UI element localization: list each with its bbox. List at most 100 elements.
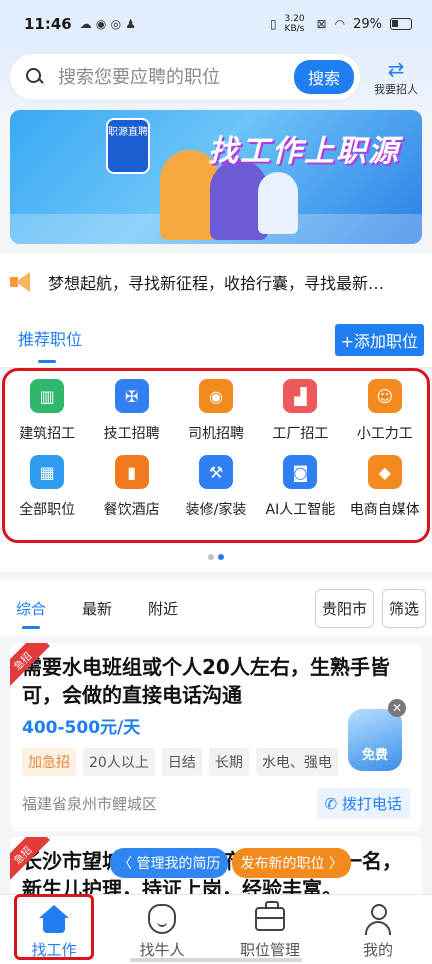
- job-tag: 20人以上: [83, 748, 155, 776]
- category-label: 小工力工: [356, 426, 413, 442]
- search-button[interactable]: 搜索: [293, 60, 354, 94]
- category-item[interactable]: ◙ AI人工智能: [258, 455, 342, 519]
- category-label: AI人工智能: [265, 502, 336, 518]
- filter-button[interactable]: 筛选: [381, 588, 426, 628]
- vibrate-icon: ▯: [269, 17, 277, 31]
- robot-icon: ◙: [283, 455, 318, 489]
- city-select[interactable]: 贵阳市: [314, 588, 374, 628]
- battery-percent: 29%: [353, 16, 382, 32]
- factory-icon: ▟: [283, 379, 318, 413]
- battery-icon: [390, 18, 412, 30]
- status-time: 11:46: [24, 15, 72, 33]
- bottom-tab-bar: 找工作 找牛人 职位管理 我的: [0, 894, 432, 964]
- category-item[interactable]: ▟ 工厂招工: [258, 379, 342, 443]
- tab-mine[interactable]: 我的: [324, 895, 432, 964]
- tab-job-management[interactable]: 职位管理: [216, 895, 324, 964]
- search-box[interactable]: 搜索: [10, 54, 360, 100]
- user-icon: [363, 904, 393, 935]
- category-item[interactable]: ✠ 技工招聘: [89, 379, 173, 443]
- category-item[interactable]: ◆ 电商自媒体: [343, 455, 427, 519]
- home-tab-highlight: [14, 894, 94, 960]
- sim-icon: ⊠: [316, 17, 327, 31]
- recruit-button[interactable]: ⇄ 我要招人: [370, 57, 422, 97]
- category-label: 餐饮酒店: [103, 502, 160, 518]
- category-label: 工厂招工: [272, 426, 329, 442]
- job-location-row: 福建省泉州市鲤城区 ✆ 拨打电话: [22, 788, 410, 819]
- category-label: 建筑招工: [19, 426, 76, 442]
- job-location: 福建省泉州市鲤城区: [22, 795, 158, 813]
- building-icon: ▥: [30, 379, 65, 413]
- job-tag: 长期: [208, 748, 249, 776]
- app-logo-badge: 职源直聘: [106, 118, 150, 174]
- tab-find-talent[interactable]: 找牛人: [108, 895, 216, 964]
- job-tag: 水电、强电: [255, 748, 338, 776]
- banner-figure-3: [258, 172, 298, 234]
- free-call-badge[interactable]: 免费: [348, 709, 402, 771]
- call-label: 拨打电话: [341, 795, 402, 813]
- pager-dot-active: [218, 554, 224, 560]
- banner-slogan: 找工作上职源: [208, 134, 400, 169]
- tab-label: 职位管理: [239, 941, 300, 959]
- tab-recommended-jobs[interactable]: 推荐职位: [18, 320, 82, 363]
- category-grid: ▥ 建筑招工 ✠ 技工招聘 ◉ 司机招聘 ▟ 工厂招工 ☺ 小工力工 ▦ 全部职位 ▮ 餐饮酒店 ⚒ 装修/家…: [5, 379, 427, 519]
- pager-dots: [0, 543, 432, 579]
- job-title: 需要水电班组或个人20人左右，生熟手皆可，会做的直接电话沟通: [22, 655, 390, 707]
- face-icon: [148, 904, 176, 934]
- wifi-icon: ◠: [334, 17, 346, 31]
- box-icon: ◆: [367, 455, 402, 489]
- category-label: 技工招聘: [103, 426, 160, 442]
- manage-resume-button[interactable]: 〈 管理我的简历: [110, 848, 229, 878]
- category-item[interactable]: ☺ 小工力工: [343, 379, 427, 443]
- tab-label: 我的: [362, 941, 393, 959]
- recommend-header: 推荐职位 +添加职位: [0, 310, 432, 368]
- status-bar: 11:46 ☁ ◉ ◎ ♟ ▯ 3.20 KB/s ⊠ ◠ 29%: [0, 0, 432, 48]
- category-label: 全部职位: [19, 502, 76, 518]
- status-right: ▯ 3.20 KB/s ⊠ ◠ 29%: [270, 14, 412, 34]
- notice-text: 梦想起航，寻找新征程，收拾行囊，寻找最新…: [48, 274, 385, 293]
- grid-icon: ▦: [30, 455, 65, 489]
- category-item[interactable]: ▦ 全部职位: [5, 455, 89, 519]
- phone-icon: ✆: [324, 795, 338, 813]
- notice-bar[interactable]: 梦想起航，寻找新征程，收拾行囊，寻找最新…: [0, 254, 432, 310]
- category-panel: ▥ 建筑招工 ✠ 技工招聘 ◉ 司机招聘 ▟ 工厂招工 ☺ 小工力工 ▦ 全部职位 ▮ 餐饮酒店 ⚒ 装修/家…: [2, 368, 430, 543]
- job-tag: 加急招: [22, 748, 76, 776]
- renovation-icon: ⚒: [198, 455, 233, 489]
- post-job-button[interactable]: 发布新的职位 〉: [232, 848, 351, 878]
- category-label: 电商自媒体: [349, 502, 420, 518]
- category-label: 司机招聘: [187, 426, 244, 442]
- category-item[interactable]: ▮ 餐饮酒店: [89, 455, 173, 519]
- pager-dot: [208, 554, 214, 560]
- add-job-button[interactable]: +添加职位: [334, 324, 424, 356]
- recruit-label: 我要招人: [374, 83, 418, 96]
- call-button[interactable]: ✆ 拨打电话: [316, 788, 410, 819]
- tab-label: 找牛人: [139, 941, 185, 959]
- worker-icon: ☺: [367, 379, 402, 413]
- megaphone-icon: [10, 272, 34, 292]
- restaurant-icon: ▮: [114, 455, 149, 489]
- notification-icons: ☁ ◉ ◎ ♟: [79, 17, 136, 31]
- search-icon: [26, 68, 44, 86]
- tab-latest[interactable]: 最新: [82, 598, 112, 619]
- tab-nearby[interactable]: 附近: [148, 598, 178, 619]
- floating-actions: 〈 管理我的简历 发布新的职位 〉: [110, 848, 351, 878]
- search-row: 搜索 ⇄ 我要招人: [10, 54, 422, 100]
- filter-bar: 综合 最新 附近 贵阳市 筛选: [0, 579, 432, 637]
- job-card[interactable]: 急招 需要水电班组或个人20人左右，生熟手皆可，会做的直接电话沟通 400-50…: [10, 643, 422, 831]
- header: 搜索 ⇄ 我要招人: [0, 48, 432, 110]
- tools-icon: ✠: [114, 379, 149, 413]
- status-left: 11:46 ☁ ◉ ◎ ♟: [24, 15, 136, 33]
- job-tag: 日结: [161, 748, 202, 776]
- briefcase-icon: [255, 901, 285, 931]
- category-item[interactable]: ⚒ 装修/家装: [174, 455, 258, 519]
- category-item[interactable]: ▥ 建筑招工: [5, 379, 89, 443]
- search-input[interactable]: [58, 66, 294, 88]
- network-speed: 3.20 KB/s: [284, 14, 305, 34]
- tab-comprehensive[interactable]: 综合: [16, 598, 46, 629]
- driver-icon: ◉: [198, 379, 233, 413]
- home-indicator: [130, 958, 302, 962]
- category-label: 装修/家装: [185, 502, 247, 518]
- banner[interactable]: 职源直聘 找工作上职源: [10, 110, 422, 244]
- swap-icon: ⇄: [387, 57, 405, 81]
- category-item[interactable]: ◉ 司机招聘: [174, 379, 258, 443]
- close-icon[interactable]: ✕: [388, 699, 406, 717]
